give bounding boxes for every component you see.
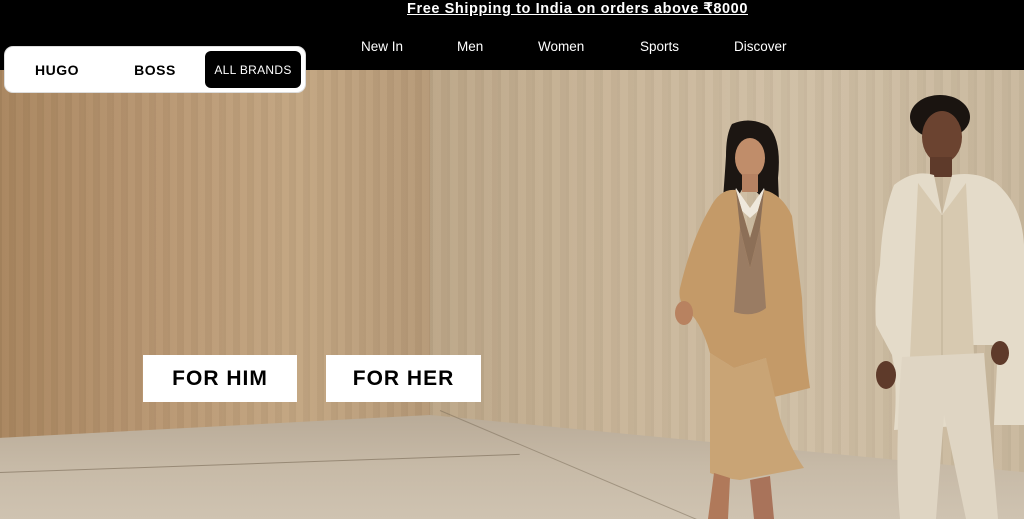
free-shipping-promo-link[interactable]: Free Shipping to India on orders above ₹… — [0, 0, 1024, 18]
hero-model-woman-image — [675, 120, 810, 519]
brand-all-brands-button[interactable]: ALL BRANDS — [205, 51, 301, 88]
for-him-button[interactable]: FOR HIM — [143, 355, 297, 402]
hero-banner: FOR HIM FOR HER — [0, 70, 1024, 519]
nav-item-new-in[interactable]: New In — [361, 39, 403, 54]
brand-switcher: HUGO BOSS ALL BRANDS — [5, 47, 305, 92]
brand-boss-button[interactable]: BOSS — [113, 51, 197, 88]
nav-item-discover[interactable]: Discover — [734, 39, 787, 54]
for-her-button[interactable]: FOR HER — [326, 355, 481, 402]
nav-item-women[interactable]: Women — [538, 39, 584, 54]
nav-item-men[interactable]: Men — [457, 39, 483, 54]
hero-model-man-image — [875, 95, 1024, 519]
brand-hugo-button[interactable]: HUGO — [15, 51, 99, 88]
nav-item-sports[interactable]: Sports — [640, 39, 679, 54]
